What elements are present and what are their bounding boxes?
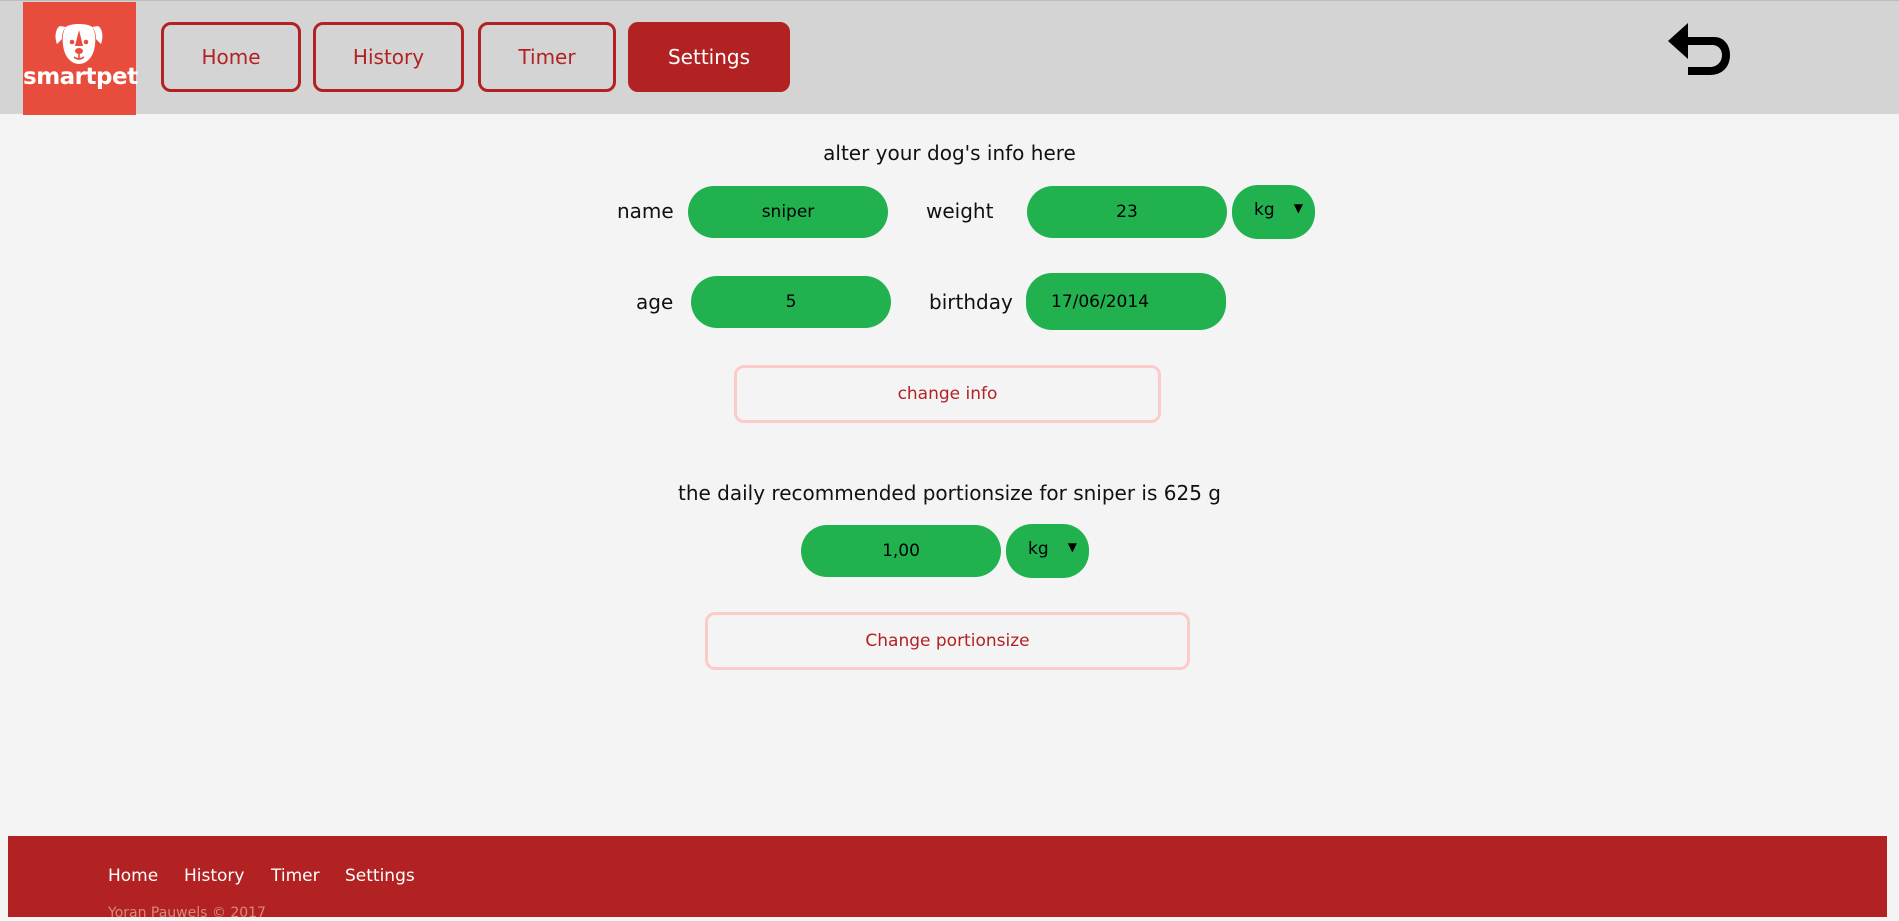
weight-label: weight <box>926 199 994 223</box>
nav-timer-button[interactable]: Timer <box>478 22 616 92</box>
nav-history-button[interactable]: History <box>313 22 464 92</box>
portion-heading: the daily recommended portionsize for sn… <box>677 481 1221 505</box>
name-input[interactable] <box>688 186 888 238</box>
portion-unit-select[interactable]: kg ▼ <box>1006 524 1089 578</box>
age-input[interactable] <box>691 276 891 328</box>
footer-link-settings[interactable]: Settings <box>345 866 415 886</box>
undo-arrow-icon[interactable] <box>1664 23 1734 87</box>
dog-info-heading: alter your dog's info here <box>823 141 1076 165</box>
nav-home-button[interactable]: Home <box>161 22 301 92</box>
weight-input[interactable] <box>1027 186 1227 238</box>
page-footer: Home History Timer Settings Yoran Pauwel… <box>8 836 1887 921</box>
birthday-label: birthday <box>929 290 1013 314</box>
birthday-input[interactable] <box>1026 273 1226 330</box>
copyright-text: Yoran Pauwels © 2017 <box>108 905 266 921</box>
portion-size-input[interactable] <box>801 525 1001 577</box>
dropdown-arrow-icon: ▼ <box>1067 540 1077 554</box>
age-label: age <box>636 290 674 314</box>
weight-unit-select[interactable]: kg ▼ <box>1232 185 1315 239</box>
weight-unit-value: kg <box>1254 200 1275 220</box>
change-info-button[interactable]: change info <box>734 365 1161 423</box>
change-portionsize-button[interactable]: Change portionsize <box>705 612 1190 670</box>
name-label: name <box>617 199 674 223</box>
footer-link-history[interactable]: History <box>184 866 244 886</box>
nav-settings-button[interactable]: Settings <box>628 22 790 92</box>
portion-unit-value: kg <box>1028 539 1049 559</box>
brand-name: smartpet <box>23 64 138 90</box>
footer-link-home[interactable]: Home <box>108 866 158 886</box>
app-header: smartpet Home History Timer Settings <box>0 0 1899 115</box>
dog-face-icon <box>55 24 103 64</box>
dropdown-arrow-icon: ▼ <box>1293 201 1303 215</box>
footer-link-timer[interactable]: Timer <box>271 866 320 886</box>
smartpet-logo[interactable]: smartpet <box>23 2 138 115</box>
